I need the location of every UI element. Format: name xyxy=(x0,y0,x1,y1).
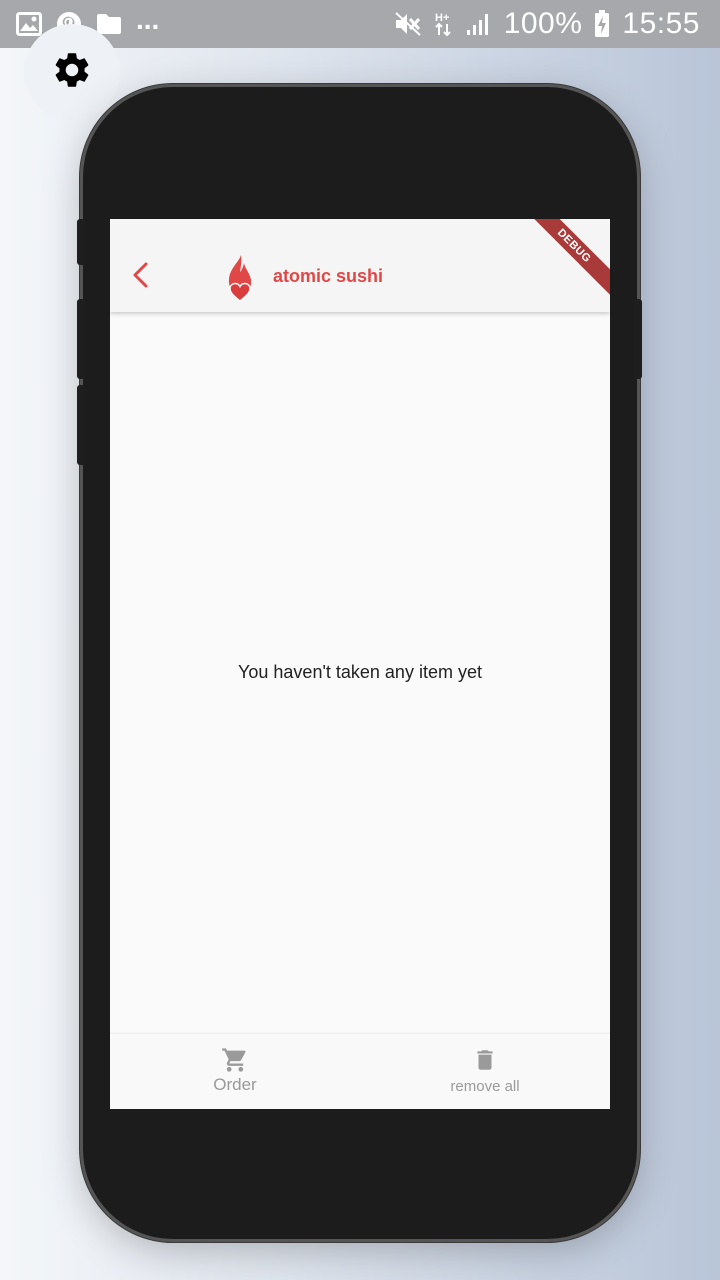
image-icon xyxy=(16,12,42,36)
remove-all-label: remove all xyxy=(450,1078,520,1095)
settings-button[interactable] xyxy=(24,24,120,120)
remove-all-button[interactable]: remove all xyxy=(405,1034,565,1109)
back-button[interactable] xyxy=(124,259,156,295)
signal-icon xyxy=(466,12,492,36)
flame-heart-icon xyxy=(224,253,256,310)
side-button xyxy=(634,299,642,379)
chevron-left-icon xyxy=(130,261,150,294)
empty-cart-message: You haven't taken any item yet xyxy=(238,662,482,682)
network-hplus-icon: H+ xyxy=(434,10,454,38)
mute-icon xyxy=(394,11,422,37)
folder-icon xyxy=(96,13,122,35)
order-button[interactable]: Order xyxy=(155,1034,315,1109)
app-title: atomic sushi xyxy=(273,266,384,286)
order-label: Order xyxy=(213,1075,257,1094)
svg-text:H+: H+ xyxy=(435,12,449,24)
bottom-action-bar: Order remove all xyxy=(110,1034,610,1109)
status-time: 15:55 xyxy=(622,7,700,40)
side-button xyxy=(77,299,85,379)
gear-icon xyxy=(51,49,93,96)
status-overflow: ... xyxy=(136,4,160,35)
trash-icon xyxy=(472,1046,498,1074)
app-screen: atomic sushi DEBUG You haven't taken any… xyxy=(110,219,610,1109)
side-button xyxy=(77,385,85,465)
battery-percent: 100% xyxy=(503,7,583,40)
cart-icon xyxy=(220,1046,250,1074)
side-button xyxy=(77,219,85,265)
battery-charging-icon xyxy=(594,10,610,38)
app-bar: atomic sushi xyxy=(110,219,610,312)
